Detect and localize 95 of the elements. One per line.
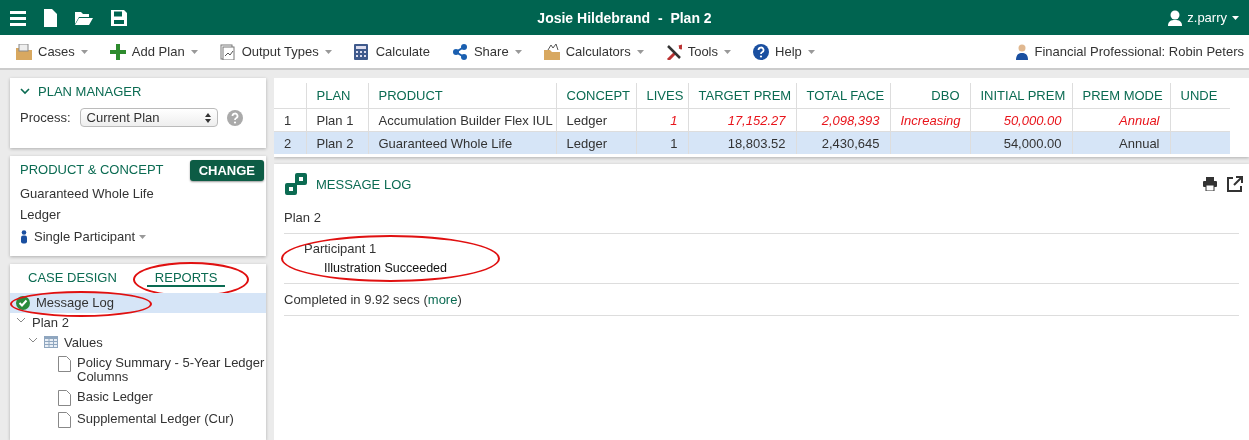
save-icon[interactable] <box>111 9 127 26</box>
tree-item[interactable]: Policy Summary - 5-Year Ledger Columns <box>77 356 266 384</box>
product-name: Guaranteed Whole Life <box>20 186 155 202</box>
tree-item[interactable]: Values <box>64 336 103 350</box>
caret-icon <box>139 234 147 239</box>
table-cell: Annual <box>1072 131 1170 154</box>
calculator-icon <box>353 43 370 60</box>
document-icon <box>58 412 71 428</box>
share-icon <box>451 43 468 60</box>
tools-icon <box>665 43 682 60</box>
panel-tab[interactable]: CASE DESIGN <box>20 266 125 285</box>
chevron-icon[interactable] <box>20 88 30 95</box>
caret-icon <box>1232 15 1239 20</box>
more-link[interactable]: more <box>427 292 458 307</box>
change-button[interactable]: CHANGE <box>189 160 264 181</box>
user-name: z.parry <box>1187 10 1227 25</box>
user-menu[interactable]: z.parry <box>1168 9 1239 26</box>
menu-label: Share <box>473 44 509 59</box>
table-icon <box>44 336 58 348</box>
check-icon <box>16 296 30 310</box>
participants-dropdown[interactable]: Single Participant <box>34 229 147 244</box>
person-icon <box>1016 43 1029 60</box>
menu-label: Output Types <box>241 44 319 59</box>
menu-label: Tools <box>687 44 718 59</box>
external-link-icon[interactable] <box>1227 176 1243 192</box>
toolbar-menu[interactable]: Calculators <box>543 43 644 60</box>
table-cell: 1 <box>636 131 688 154</box>
menu-label: Help <box>775 44 802 59</box>
document-icon <box>58 390 71 406</box>
table-cell: Ledger <box>556 131 636 154</box>
help-icon <box>753 43 769 60</box>
panel-tab[interactable]: REPORTS <box>146 266 226 287</box>
table-cell: Plan 2 <box>306 131 368 154</box>
column-header[interactable]: INITIAL PREM <box>970 83 1072 109</box>
table-cell: 18,803.52 <box>688 131 796 154</box>
caret-icon <box>514 49 522 54</box>
menu-icon[interactable] <box>10 9 26 26</box>
column-header[interactable]: PRODUCT <box>368 83 556 109</box>
column-header[interactable]: DBO <box>890 83 970 109</box>
menu-label: Calculate <box>375 44 430 59</box>
column-header[interactable]: PLAN <box>306 83 368 109</box>
toolbar-menu[interactable]: Add Plan <box>109 43 198 60</box>
caret-icon <box>636 49 644 54</box>
toolbar-menu[interactable]: Cases <box>16 43 88 60</box>
participant-name: Participant 1 <box>304 241 377 256</box>
folder-icon <box>16 43 32 60</box>
menu-label: Add Plan <box>131 44 185 59</box>
row-number: 2 <box>274 131 306 154</box>
table-cell: 2,430,645 <box>796 131 890 154</box>
toolbar-menu[interactable]: Calculate <box>353 43 430 60</box>
column-header[interactable]: CONCEPT <box>556 83 636 109</box>
completion-text: Completed in 9.92 secs (more) <box>284 284 1239 316</box>
print-icon[interactable] <box>1203 177 1217 191</box>
table-row[interactable]: 2 Plan 2 Guaranteed Whole Life Ledger 1 18,803.52 2,430,645 54,000.00 Annual <box>274 131 1230 154</box>
toolbar-menu[interactable]: Share <box>451 43 522 60</box>
column-header[interactable]: TARGET PREM <box>688 83 796 109</box>
status-message: Illustration Succeeded <box>324 261 448 275</box>
panel-title: PRODUCT & CONCEPT <box>20 162 164 177</box>
financial-professional: Financial Professional: Robin Peters <box>1034 44 1244 59</box>
updown-icon <box>204 112 211 123</box>
file-icon[interactable] <box>44 8 57 27</box>
caret-icon <box>724 49 731 54</box>
tree-item[interactable]: Supplemental Ledger (Cur) <box>77 412 266 426</box>
column-header[interactable]: PREM MODE <box>1072 83 1170 109</box>
caret-icon <box>80 49 88 54</box>
tree-item[interactable]: Basic Ledger <box>77 390 266 404</box>
toolbar-menu[interactable]: Output Types <box>219 43 332 60</box>
person-icon <box>20 229 28 244</box>
table-cell: Guaranteed Whole Life <box>368 131 556 154</box>
plus-icon <box>109 43 126 60</box>
message-log-icon <box>284 172 308 196</box>
window-title: Josie Hildebrand - Plan 2 <box>537 9 712 26</box>
table-cell: 54,000.00 <box>970 131 1072 154</box>
panel-title: MESSAGE LOG <box>316 176 412 192</box>
column-header[interactable]: LIVES <box>636 83 688 109</box>
tree-item[interactable]: Plan 2 <box>32 316 69 330</box>
column-header[interactable]: TOTAL FACE <box>796 83 890 109</box>
folder-icon <box>543 43 560 60</box>
menu-label: Calculators <box>565 44 631 59</box>
toolbar-menu[interactable]: Tools <box>665 43 731 60</box>
caret-icon <box>807 49 815 54</box>
toolbar-menu[interactable]: Help <box>753 43 815 60</box>
menu-label: Cases <box>38 44 75 59</box>
document-icon <box>58 356 71 372</box>
user-icon <box>1168 9 1183 26</box>
concept-name: Ledger <box>20 207 62 223</box>
field-label: Process: <box>20 110 71 125</box>
plan-name: Plan 2 <box>284 202 1239 234</box>
caret-icon <box>190 49 198 54</box>
caret-icon <box>324 49 332 54</box>
document-icon <box>219 43 236 60</box>
column-header[interactable]: UNDE <box>1170 83 1230 109</box>
panel-title: PLAN MANAGER <box>38 84 142 99</box>
folder-icon[interactable] <box>75 10 93 25</box>
process-select[interactable]: Current Plan <box>79 108 218 127</box>
